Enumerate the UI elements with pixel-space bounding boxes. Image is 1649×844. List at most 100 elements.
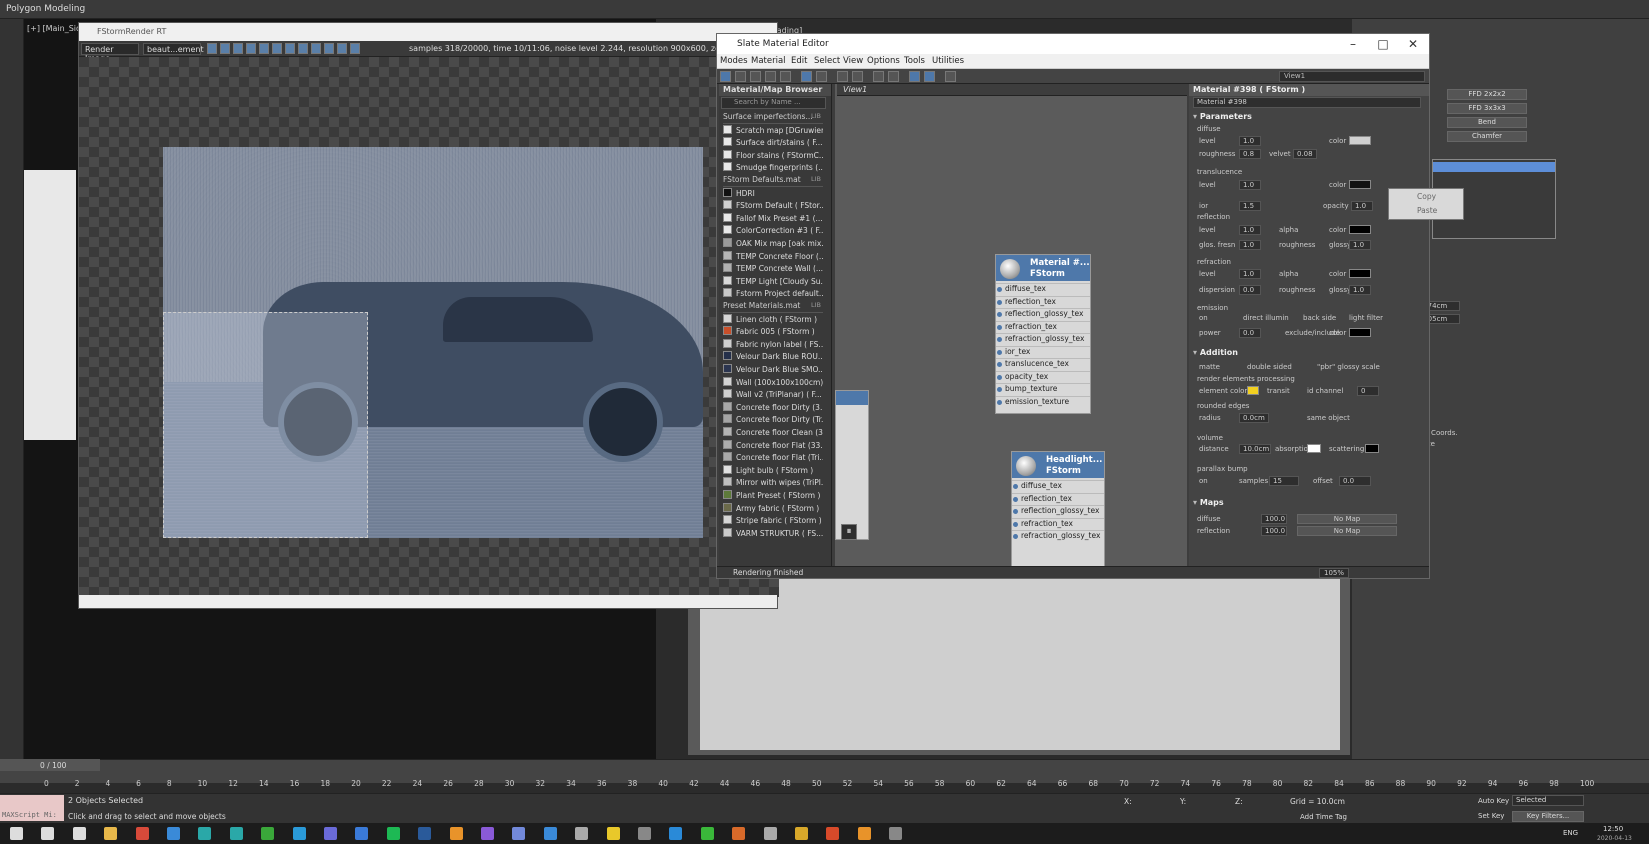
layout-icon[interactable]	[837, 71, 848, 82]
translucence-level-field[interactable]: 1.0	[1239, 180, 1261, 190]
modifier-stack-selection[interactable]	[1433, 162, 1555, 172]
library-item[interactable]: Concrete floor Dirty (3...	[723, 401, 823, 414]
material-name-field[interactable]: Material #398	[1193, 97, 1421, 108]
refraction-glossy-field[interactable]: 1.0	[1349, 285, 1371, 295]
menu-edit[interactable]: Edit	[791, 56, 807, 66]
node-slot[interactable]: refraction_glossy_tex	[996, 333, 1090, 345]
photoshop-icon[interactable]	[418, 827, 432, 840]
node-slot[interactable]: translucence_tex	[996, 358, 1090, 370]
maxscript-listener[interactable]: MAXScript Mi:	[0, 795, 64, 821]
params-toggle-icon[interactable]	[924, 71, 935, 82]
align-icon[interactable]	[888, 71, 899, 82]
parameters-rollout[interactable]: Parameters	[1193, 112, 1421, 124]
node-slot[interactable]: diffuse_tex	[1012, 480, 1104, 492]
app15-icon[interactable]	[889, 827, 903, 840]
menu-modes[interactable]: Modes	[720, 56, 748, 66]
partial-node[interactable]	[835, 390, 869, 540]
show-background-icon[interactable]	[816, 71, 827, 82]
opacity-field[interactable]: 1.0	[1351, 201, 1373, 211]
refraction-level-field[interactable]: 1.0	[1239, 269, 1261, 279]
id-channel-field[interactable]: 0	[1357, 386, 1379, 396]
slate-titlebar[interactable]: Slate Material Editor – □ ✕	[717, 34, 1429, 54]
node-slot[interactable]: reflection_tex	[996, 295, 1090, 308]
modifier-button[interactable]: FFD 3x3x3	[1447, 103, 1527, 114]
samples-field[interactable]: 15	[1269, 476, 1299, 486]
node-view[interactable]: View1 ⏸ Material #... FStorm diffuse_tex…	[835, 84, 1187, 568]
maps-rollout[interactable]: Maps	[1193, 498, 1421, 510]
set-key-button[interactable]: Set Key	[1478, 812, 1504, 820]
modifier-button[interactable]: FFD 2x2x2	[1447, 89, 1527, 100]
app13-icon[interactable]	[826, 827, 840, 840]
preview-icon[interactable]	[852, 71, 863, 82]
node-slot[interactable]: reflection_glossy_tex	[996, 308, 1090, 320]
library-item[interactable]: Fabric 005 ( FStorm )	[723, 326, 823, 338]
illustrator-icon[interactable]	[449, 827, 463, 840]
save-icon[interactable]	[207, 43, 217, 54]
add-time-tag[interactable]: Add Time Tag	[1300, 813, 1347, 821]
library-item[interactable]: OAK Mix map [oak mix...	[723, 238, 823, 250]
material-node[interactable]: Material #... FStorm diffuse_tex reflecti…	[995, 254, 1091, 414]
skype-icon[interactable]	[292, 827, 306, 840]
zoom-dropdown[interactable]: 105%	[1318, 568, 1349, 578]
library-item[interactable]: Concrete floor Flat (33...	[723, 439, 823, 452]
reflection-color-swatch[interactable]	[1349, 225, 1371, 234]
library-item[interactable]: Stripe fabric ( FStorm )	[723, 515, 823, 527]
xbox-icon[interactable]	[261, 827, 275, 840]
node-header[interactable]: Material #... FStorm	[996, 255, 1090, 281]
distance-field[interactable]: 10.0cm	[1239, 444, 1271, 454]
nav-icon[interactable]	[945, 71, 956, 82]
library-item[interactable]: Concrete floor Flat (Tri...	[723, 452, 823, 464]
show-map-icon[interactable]	[801, 71, 812, 82]
horizontal-scrollbar[interactable]	[79, 595, 777, 608]
menu-utilities[interactable]: Utilities	[932, 56, 964, 66]
library-item[interactable]: Wall (100x100x100cm)...	[723, 376, 823, 389]
copy-icon[interactable]	[220, 43, 230, 54]
view-dropdown[interactable]: View1	[1279, 71, 1425, 82]
app2-icon[interactable]	[324, 827, 337, 840]
library-item[interactable]: Scratch map [DGruwier...	[723, 124, 823, 137]
explorer-icon[interactable]	[104, 827, 118, 840]
select-tool-icon[interactable]	[720, 71, 731, 82]
library-item[interactable]: Fstorm Project default...	[723, 288, 823, 300]
maximize-icon[interactable]: □	[1369, 36, 1397, 52]
focus-icon[interactable]	[298, 43, 308, 54]
modifier-button[interactable]: Bend	[1447, 117, 1527, 128]
close-icon[interactable]: ✕	[1399, 36, 1427, 52]
library-item[interactable]: Velour Dark Blue SMO...	[723, 364, 823, 376]
library-item[interactable]: Linen cloth ( FStorm )	[723, 313, 823, 326]
library-item[interactable]: Plant Preset ( FStorm )	[723, 490, 823, 502]
histogram-icon[interactable]	[259, 43, 269, 54]
channel-dropdown[interactable]: Render Image	[81, 43, 139, 63]
library-item[interactable]: Velour Dark Blue ROU...	[723, 351, 823, 363]
map-amount-field[interactable]: 100.0	[1261, 526, 1287, 536]
render-region[interactable]	[163, 312, 368, 538]
delete-icon[interactable]	[765, 71, 776, 82]
app8-icon[interactable]	[669, 827, 683, 840]
power-field[interactable]: 0.0	[1239, 328, 1261, 338]
node-slot[interactable]: refraction_glossy_tex	[1012, 530, 1104, 542]
gloss-fresn-field[interactable]: 1.0	[1239, 240, 1261, 250]
dispersion-field[interactable]: 0.0	[1239, 285, 1261, 295]
zoom-icon[interactable]	[311, 43, 321, 54]
node-header[interactable]: Headlight... FStorm	[1012, 452, 1104, 478]
node-slot[interactable]: refraction_tex	[996, 320, 1090, 333]
node-slot[interactable]: reflection_glossy_tex	[1012, 505, 1104, 517]
browser-toggle-icon[interactable]	[909, 71, 920, 82]
addition-rollout[interactable]: Addition	[1193, 348, 1421, 360]
library-item[interactable]: ColorCorrection #3 ( F...	[723, 225, 823, 237]
library-item[interactable]: Surface dirt/stains ( F...	[723, 137, 823, 149]
emission-color-swatch[interactable]	[1349, 328, 1371, 337]
scattering-color-swatch[interactable]	[1365, 444, 1379, 453]
library-item[interactable]: Light bulb ( FStorm )	[723, 464, 823, 477]
grid-icon[interactable]	[337, 43, 347, 54]
menu-item-copy[interactable]: Copy	[1417, 192, 1436, 201]
clock-time[interactable]: 12:50	[1603, 825, 1623, 833]
diffuse-level-field[interactable]: 1.0	[1239, 136, 1261, 146]
library-item[interactable]: FStorm Default ( FStor...	[723, 200, 823, 212]
move-children-icon[interactable]	[780, 71, 791, 82]
menu-options[interactable]: Options	[867, 56, 900, 66]
chrome-icon[interactable]	[135, 827, 149, 840]
translucence-color-swatch[interactable]	[1349, 180, 1371, 189]
settings-icon[interactable]	[350, 43, 360, 54]
element-dropdown[interactable]: beaut...ement	[143, 43, 204, 55]
